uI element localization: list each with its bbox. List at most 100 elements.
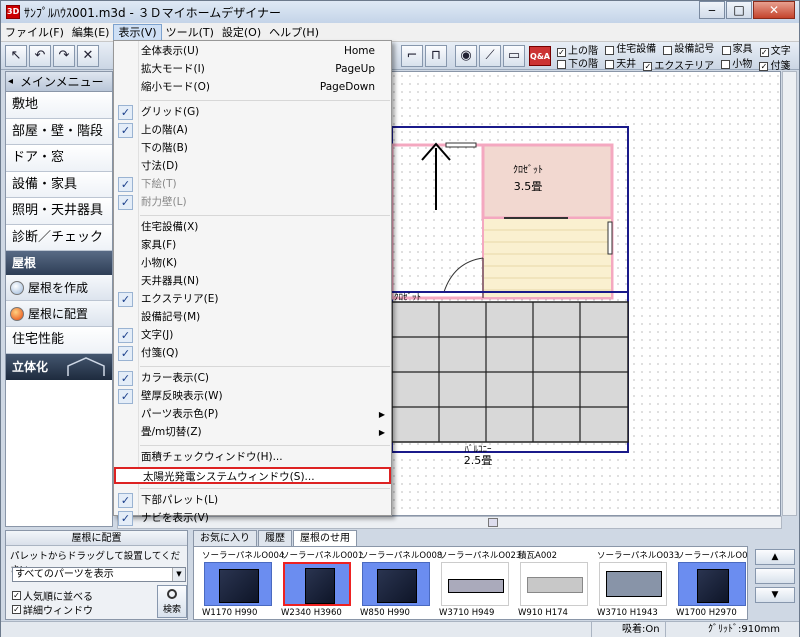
- view-menu-item[interactable]: 寸法(D): [114, 158, 391, 175]
- view-menu-item[interactable]: 縮小モード(O) PageDown: [114, 79, 391, 96]
- menu-room-wall-stairs[interactable]: 部屋・壁・階段: [6, 118, 112, 145]
- view-menu-item[interactable]: 下の階(B): [114, 140, 391, 157]
- menu-item-label: 寸法(D): [141, 160, 179, 172]
- scroll-thumb[interactable]: [488, 518, 498, 527]
- menu-settings[interactable]: 設定(O): [218, 24, 265, 41]
- view-menu-item[interactable]: 家具(F): [114, 237, 391, 254]
- scroll-mid[interactable]: [755, 568, 795, 584]
- tool-icon[interactable]: ⌐: [401, 45, 423, 67]
- chevron-down-icon[interactable]: ▼: [172, 568, 185, 581]
- roof-place-item[interactable]: 屋根に配置: [6, 301, 112, 327]
- minimize-button[interactable]: ‒: [699, 1, 725, 19]
- view-menu-item[interactable]: ✓ 付箋(Q): [114, 345, 391, 362]
- view-menu-item[interactable]: ✓ 下部パレット(L): [114, 492, 391, 509]
- menu-roof-section[interactable]: 屋根: [6, 251, 112, 275]
- close-button[interactable]: ✕: [753, 1, 795, 19]
- tab-favorites[interactable]: お気に入り: [193, 530, 257, 546]
- menu-help[interactable]: ヘルプ(H): [265, 24, 323, 41]
- view-menu-item[interactable]: ✓ ナビを表示(V): [114, 510, 391, 527]
- view-menu-item[interactable]: 住宅設備(X): [114, 219, 391, 236]
- compass-icon[interactable]: ◉: [455, 45, 477, 67]
- delete-icon[interactable]: ✕: [77, 45, 99, 67]
- roof-create-item[interactable]: 屋根を作成: [6, 275, 112, 301]
- menu-item-label: 付箋(Q): [141, 347, 179, 359]
- view-menu-item[interactable]: ✓ 耐力壁(L): [114, 194, 391, 211]
- view-menu-item[interactable]: ✓ カラー表示(C): [114, 370, 391, 387]
- check-icon: ✓: [118, 511, 133, 526]
- menu-site[interactable]: 敷地: [6, 92, 112, 119]
- view-menu-item[interactable]: ✓ 壁厚反映表示(W): [114, 388, 391, 405]
- menu-performance[interactable]: 住宅性能: [6, 327, 112, 354]
- palette-item[interactable]: ソーラーパネルO023 W3710 H949: [435, 549, 521, 619]
- main-menu-panel: ◂ メインメニュー 敷地 部屋・壁・階段 ドア・窓 設備・家具 照明・天井器具 …: [5, 71, 113, 527]
- palette-item-selected[interactable]: ソーラーパネルO001 W2340 H3960: [277, 549, 363, 619]
- view-menu-item[interactable]: パーツ表示色(P) ▶: [114, 406, 391, 423]
- chk-equipment-symbol[interactable]: 設備記号: [663, 44, 714, 56]
- view-menu-item[interactable]: 太陽光発電システムウィンドウ(S)...: [114, 467, 391, 484]
- chk-upper-floor[interactable]: ✓ 上の階: [557, 46, 598, 58]
- search-icon: [167, 589, 177, 599]
- check-icon: ✓: [118, 371, 133, 386]
- qa-button[interactable]: Q&A: [529, 46, 551, 66]
- ruler-icon[interactable]: ⟋: [479, 45, 501, 67]
- select-arrow-icon[interactable]: ↖: [5, 45, 27, 67]
- chk-lower-floor[interactable]: 下の階: [557, 59, 598, 71]
- palette-item[interactable]: ソーラーパネルO005 W1700 H2970: [672, 549, 747, 619]
- view-menu-item[interactable]: 拡大モード(I) PageUp: [114, 61, 391, 78]
- chk-ceiling[interactable]: 天井: [605, 59, 636, 71]
- menu-separator: [140, 488, 390, 489]
- view-menu-item[interactable]: 天井器具(N): [114, 273, 391, 290]
- tab-history[interactable]: 履歴: [258, 530, 292, 546]
- view-menu-item[interactable]: ✓ 下絵(T): [114, 176, 391, 193]
- menu-item-label: 文字(J): [141, 329, 174, 341]
- chk-text[interactable]: ✓ 文字: [759, 46, 791, 58]
- cabinet-icon[interactable]: ⊓: [425, 45, 447, 67]
- vertical-scrollbar[interactable]: [782, 71, 797, 516]
- menu-door-window[interactable]: ドア・窓: [6, 145, 112, 172]
- menu-view[interactable]: 表示(V): [113, 23, 162, 41]
- scroll-up-icon[interactable]: ▲: [755, 549, 795, 565]
- view-menu-item[interactable]: ✓ 文字(J): [114, 327, 391, 344]
- menu-file[interactable]: ファイル(F): [1, 24, 68, 41]
- scroll-down-icon[interactable]: ▼: [755, 587, 795, 603]
- view-menu-item[interactable]: ✓ 上の階(A): [114, 122, 391, 139]
- main-menu-header[interactable]: ◂ メインメニュー: [6, 72, 112, 92]
- check-icon: ✓: [118, 346, 133, 361]
- menu-item-label: 下の階(B): [141, 142, 188, 154]
- chk-popular-order[interactable]: ✓ 人気順に並べる: [12, 588, 93, 603]
- tab-roof-mount[interactable]: 屋根のせ用: [293, 530, 357, 546]
- view-menu-item[interactable]: ✓ エクステリア(E): [114, 291, 391, 308]
- undo-icon[interactable]: ↶: [29, 45, 51, 67]
- solar-panel-thumbnail: [678, 562, 746, 606]
- menu-lighting[interactable]: 照明・天井器具: [6, 198, 112, 225]
- redo-icon[interactable]: ↷: [53, 45, 75, 67]
- palette-item[interactable]: 積瓦A002 W910 H174: [514, 549, 592, 619]
- collapse-left-icon[interactable]: ◂: [8, 76, 20, 87]
- palette-item[interactable]: ソーラーパネルO008 W850 H990: [356, 549, 442, 619]
- view-menu-item[interactable]: 小物(K): [114, 255, 391, 272]
- chk-small-items[interactable]: 小物: [721, 59, 752, 71]
- palette-item[interactable]: ソーラーパネルO033 W3710 H1943: [593, 549, 679, 619]
- view-menu-item[interactable]: 畳/m切替(Z) ▶: [114, 424, 391, 441]
- menu-3d[interactable]: 立体化: [6, 353, 112, 380]
- window-icon[interactable]: ▭: [503, 45, 525, 67]
- app-icon[interactable]: 3D: [6, 5, 20, 19]
- chk-furniture[interactable]: 家具: [721, 44, 753, 56]
- chk-detail-window[interactable]: ✓ 詳細ウィンドウ: [12, 602, 93, 617]
- view-menu-item[interactable]: 全体表示(U) Home: [114, 43, 391, 60]
- maximize-button[interactable]: □: [726, 1, 752, 19]
- check-icon: ✓: [118, 328, 133, 343]
- panel-title: 屋根に配置: [6, 531, 187, 546]
- view-menu-item[interactable]: 設備記号(M): [114, 309, 391, 326]
- palette-item[interactable]: ソーラーパネルO004 W1170 H990: [198, 549, 284, 619]
- app-window: 3D ｻﾝﾌﾟﾙﾊｳｽ001.m3d - ３Ｄマイホームデザイナー ‒ □ ✕ …: [0, 0, 800, 637]
- menu-equipment-furniture[interactable]: 設備・家具: [6, 171, 112, 198]
- search-button[interactable]: 検索: [157, 585, 187, 618]
- view-menu-item[interactable]: ✓ グリッド(G): [114, 104, 391, 121]
- menu-tools[interactable]: ツール(T): [162, 24, 218, 41]
- chk-housing-equipment[interactable]: 住宅設備: [605, 44, 656, 56]
- menu-edit[interactable]: 編集(E): [68, 24, 114, 41]
- menu-diagnosis[interactable]: 診断／チェック: [6, 224, 112, 251]
- view-menu-item[interactable]: 面積チェックウィンドウ(H)...: [114, 449, 391, 466]
- parts-filter-select[interactable]: すべてのパーツを表示 ▼: [12, 567, 186, 582]
